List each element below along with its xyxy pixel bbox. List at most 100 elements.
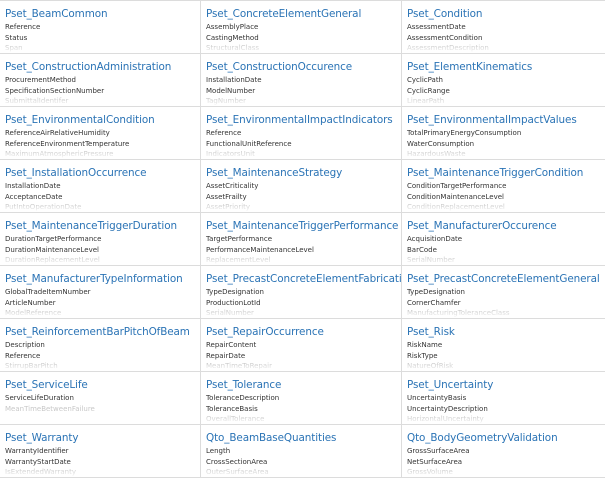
pset-card[interactable]: Pset_ManufacturerTypeInformation GlobalTr… [0,266,200,318]
pset-card[interactable]: Pset_Condition AssessmentDate AssessmentCo… [402,1,605,53]
pset-card-title[interactable]: Pset_Warranty [5,432,194,444]
pset-property: CrossSectionArea [206,457,268,466]
pset-property: HazardousWaste [407,150,466,158]
pset-property: ModelNumber [206,86,256,95]
pset-card[interactable]: Pset_MaintenanceTriggerPerformance Target… [201,213,401,265]
pset-property: ConditionMaintenanceLevel [407,192,504,201]
pset-property: ToleranceBasis [206,404,258,413]
pset-property: ServiceLifeDuration [5,394,74,402]
pset-card[interactable]: Pset_EnvironmentalImpactIndicators Refere… [201,107,401,159]
pset-property: IndicatorsUnit [206,150,255,158]
pset-property: AssetPriority [206,203,251,211]
pset-card-title[interactable]: Pset_MaintenanceTriggerCondition [407,167,599,179]
pset-property: Reference [5,351,41,360]
pset-card[interactable]: Pset_PrecastConcreteElementFabrication Ty… [201,266,401,318]
pset-card[interactable]: Pset_ReinforcementBarPitchOfBeam Descript… [0,319,200,371]
pset-property: AssetFrailty [206,192,247,201]
pset-card-title[interactable]: Pset_InstallationOccurrence [5,167,194,179]
pset-card[interactable]: Pset_ManufacturerOccurence AcquisitionDat… [402,213,605,265]
pset-card-title[interactable]: Pset_MaintenanceStrategy [206,167,395,179]
pset-property: ConditionReplacementLevel [407,203,505,211]
pset-card-title[interactable]: Pset_PrecastConcreteElementGeneral [407,273,600,285]
pset-card[interactable]: Pset_EnvironmentalCondition ReferenceAirR… [0,107,200,159]
pset-property: RiskName [407,341,443,349]
pset-card-title[interactable]: Qto_BodyGeometryValidation [407,432,599,444]
pset-card[interactable]: Pset_Uncertainty UncertaintyBasis Uncertai… [402,372,605,424]
pset-property: TypeDesignation [407,288,465,296]
pset-property: ManufacturingToleranceClass [407,309,510,317]
pset-card[interactable]: Pset_Risk RiskName RiskType NatureOfRisk [402,319,605,371]
pset-property: FunctionalUnitReference [206,139,292,148]
pset-property: OverallTolerance [206,415,265,423]
pset-card[interactable]: Qto_BeamBaseQuantities Length CrossSection… [201,425,401,477]
pset-property: PutIntoOperationDate [5,203,82,211]
pset-property: InstallationDate [206,76,262,84]
pset-card[interactable]: Pset_PrecastConcreteElementGeneral TypeDe… [402,266,605,318]
pset-card-title[interactable]: Qto_BeamBaseQuantities [206,432,395,444]
pset-property: AcquisitionDate [407,235,463,243]
pset-card[interactable]: Pset_EnvironmentalImpactValues TotalPrima… [402,107,605,159]
pset-card-title[interactable]: Pset_ManufacturerTypeInformation [5,273,194,285]
pset-card-title[interactable]: Pset_MaintenanceTriggerPerformance [206,220,398,232]
pset-card[interactable]: Pset_ServiceLife ServiceLifeDuration MeanT… [0,372,200,424]
pset-card-title[interactable]: Pset_ManufacturerOccurence [407,220,599,232]
pset-property: ReplacementLevel [206,256,271,264]
pset-card[interactable]: Pset_MaintenanceTriggerCondition Conditio… [402,160,605,212]
pset-property: SubmittalIdentifer [5,97,69,105]
pset-card-title[interactable]: Pset_ServiceLife [5,379,194,391]
pset-property: Length [206,447,231,455]
pset-card-title[interactable]: Pset_ConcreteElementGeneral [206,8,395,20]
pset-card[interactable]: Pset_ConstructionOccurence InstallationDa… [201,54,401,106]
pset-card[interactable]: Pset_MaintenanceStrategy AssetCriticality… [201,160,401,212]
pset-property: MeanTimeBetweenFailure [5,404,95,413]
pset-property: AssessmentDate [407,23,466,31]
pset-property: SpecificationSectionNumber [5,86,105,95]
pset-property: StirrupBarPitch [5,362,58,370]
pset-card[interactable]: Pset_BeamCommon Reference Status Span [0,1,200,53]
pset-card[interactable]: Pset_Tolerance ToleranceDescription Tolera… [201,372,401,424]
pset-card-title[interactable]: Pset_Uncertainty [407,379,599,391]
pset-card-title[interactable]: Pset_Condition [407,8,599,20]
pset-card[interactable]: Pset_ConstructionAdministration Procureme… [0,54,200,106]
pset-property: RepairDate [206,351,246,360]
pset-card-title[interactable]: Pset_ReinforcementBarPitchOfBeam [5,326,194,338]
pset-property: TargetPerformance [206,235,273,243]
pset-property: TagNumber [206,97,246,105]
pset-card[interactable]: Qto_BodyGeometryValidation GrossSurfaceAr… [402,425,605,477]
pset-card[interactable]: Pset_Warranty WarrantyIdentifier WarrantyS… [0,425,200,477]
pset-property: OuterSurfaceArea [206,468,269,476]
pset-card-title[interactable]: Pset_MaintenanceTriggerDuration [5,220,194,232]
pset-property: BarCode [407,245,437,254]
pset-card-title[interactable]: Pset_ConstructionAdministration [5,61,194,73]
pset-property: DurationMaintenanceLevel [5,245,99,254]
pset-card-title[interactable]: Pset_EnvironmentalImpactValues [407,114,599,126]
pset-card[interactable]: Pset_ElementKinematics CyclicPath CyclicRa… [402,54,605,106]
pset-card[interactable]: Pset_InstallationOccurrence InstallationD… [0,160,200,212]
pset-property: AssessmentCondition [407,33,483,42]
pset-card[interactable]: Pset_ConcreteElementGeneral AssemblyPlace… [201,1,401,53]
pset-card-title[interactable]: Pset_PrecastConcreteElementFabrication [206,273,401,285]
pset-property: Description [5,341,45,349]
pset-property: SerialNumber [206,309,254,317]
pset-property: UncertaintyBasis [407,394,467,402]
pset-card-title[interactable]: Pset_RepairOccurrence [206,326,395,338]
pset-property: InstallationDate [5,182,61,190]
pset-card-title[interactable]: Pset_ConstructionOccurence [206,61,395,73]
pset-property: CornerChamfer [407,298,461,307]
pset-property: DurationTargetPerformance [5,235,102,243]
pset-card-title[interactable]: Pset_Risk [407,326,599,338]
pset-property: AcceptanceDate [5,192,63,201]
pset-card-title[interactable]: Pset_BeamCommon [5,8,194,20]
pset-card[interactable]: Pset_MaintenanceTriggerDuration DurationT… [0,213,200,265]
pset-property: MaximumAtmosphericPressure [5,150,114,158]
pset-card[interactable]: Pset_RepairOccurrence RepairContent Repair… [201,319,401,371]
pset-card-title[interactable]: Pset_EnvironmentalImpactIndicators [206,114,395,126]
pset-card-title[interactable]: Pset_EnvironmentalCondition [5,114,194,126]
pset-property: WarrantyStartDate [5,457,71,466]
pset-card-title[interactable]: Pset_ElementKinematics [407,61,599,73]
pset-property: IsExtendedWarranty [5,468,76,476]
pset-property: HorizontalUncertainty [407,415,484,423]
pset-property: PerformanceMaintenanceLevel [206,245,314,254]
pset-property: NatureOfRisk [407,362,454,370]
pset-card-title[interactable]: Pset_Tolerance [206,379,395,391]
